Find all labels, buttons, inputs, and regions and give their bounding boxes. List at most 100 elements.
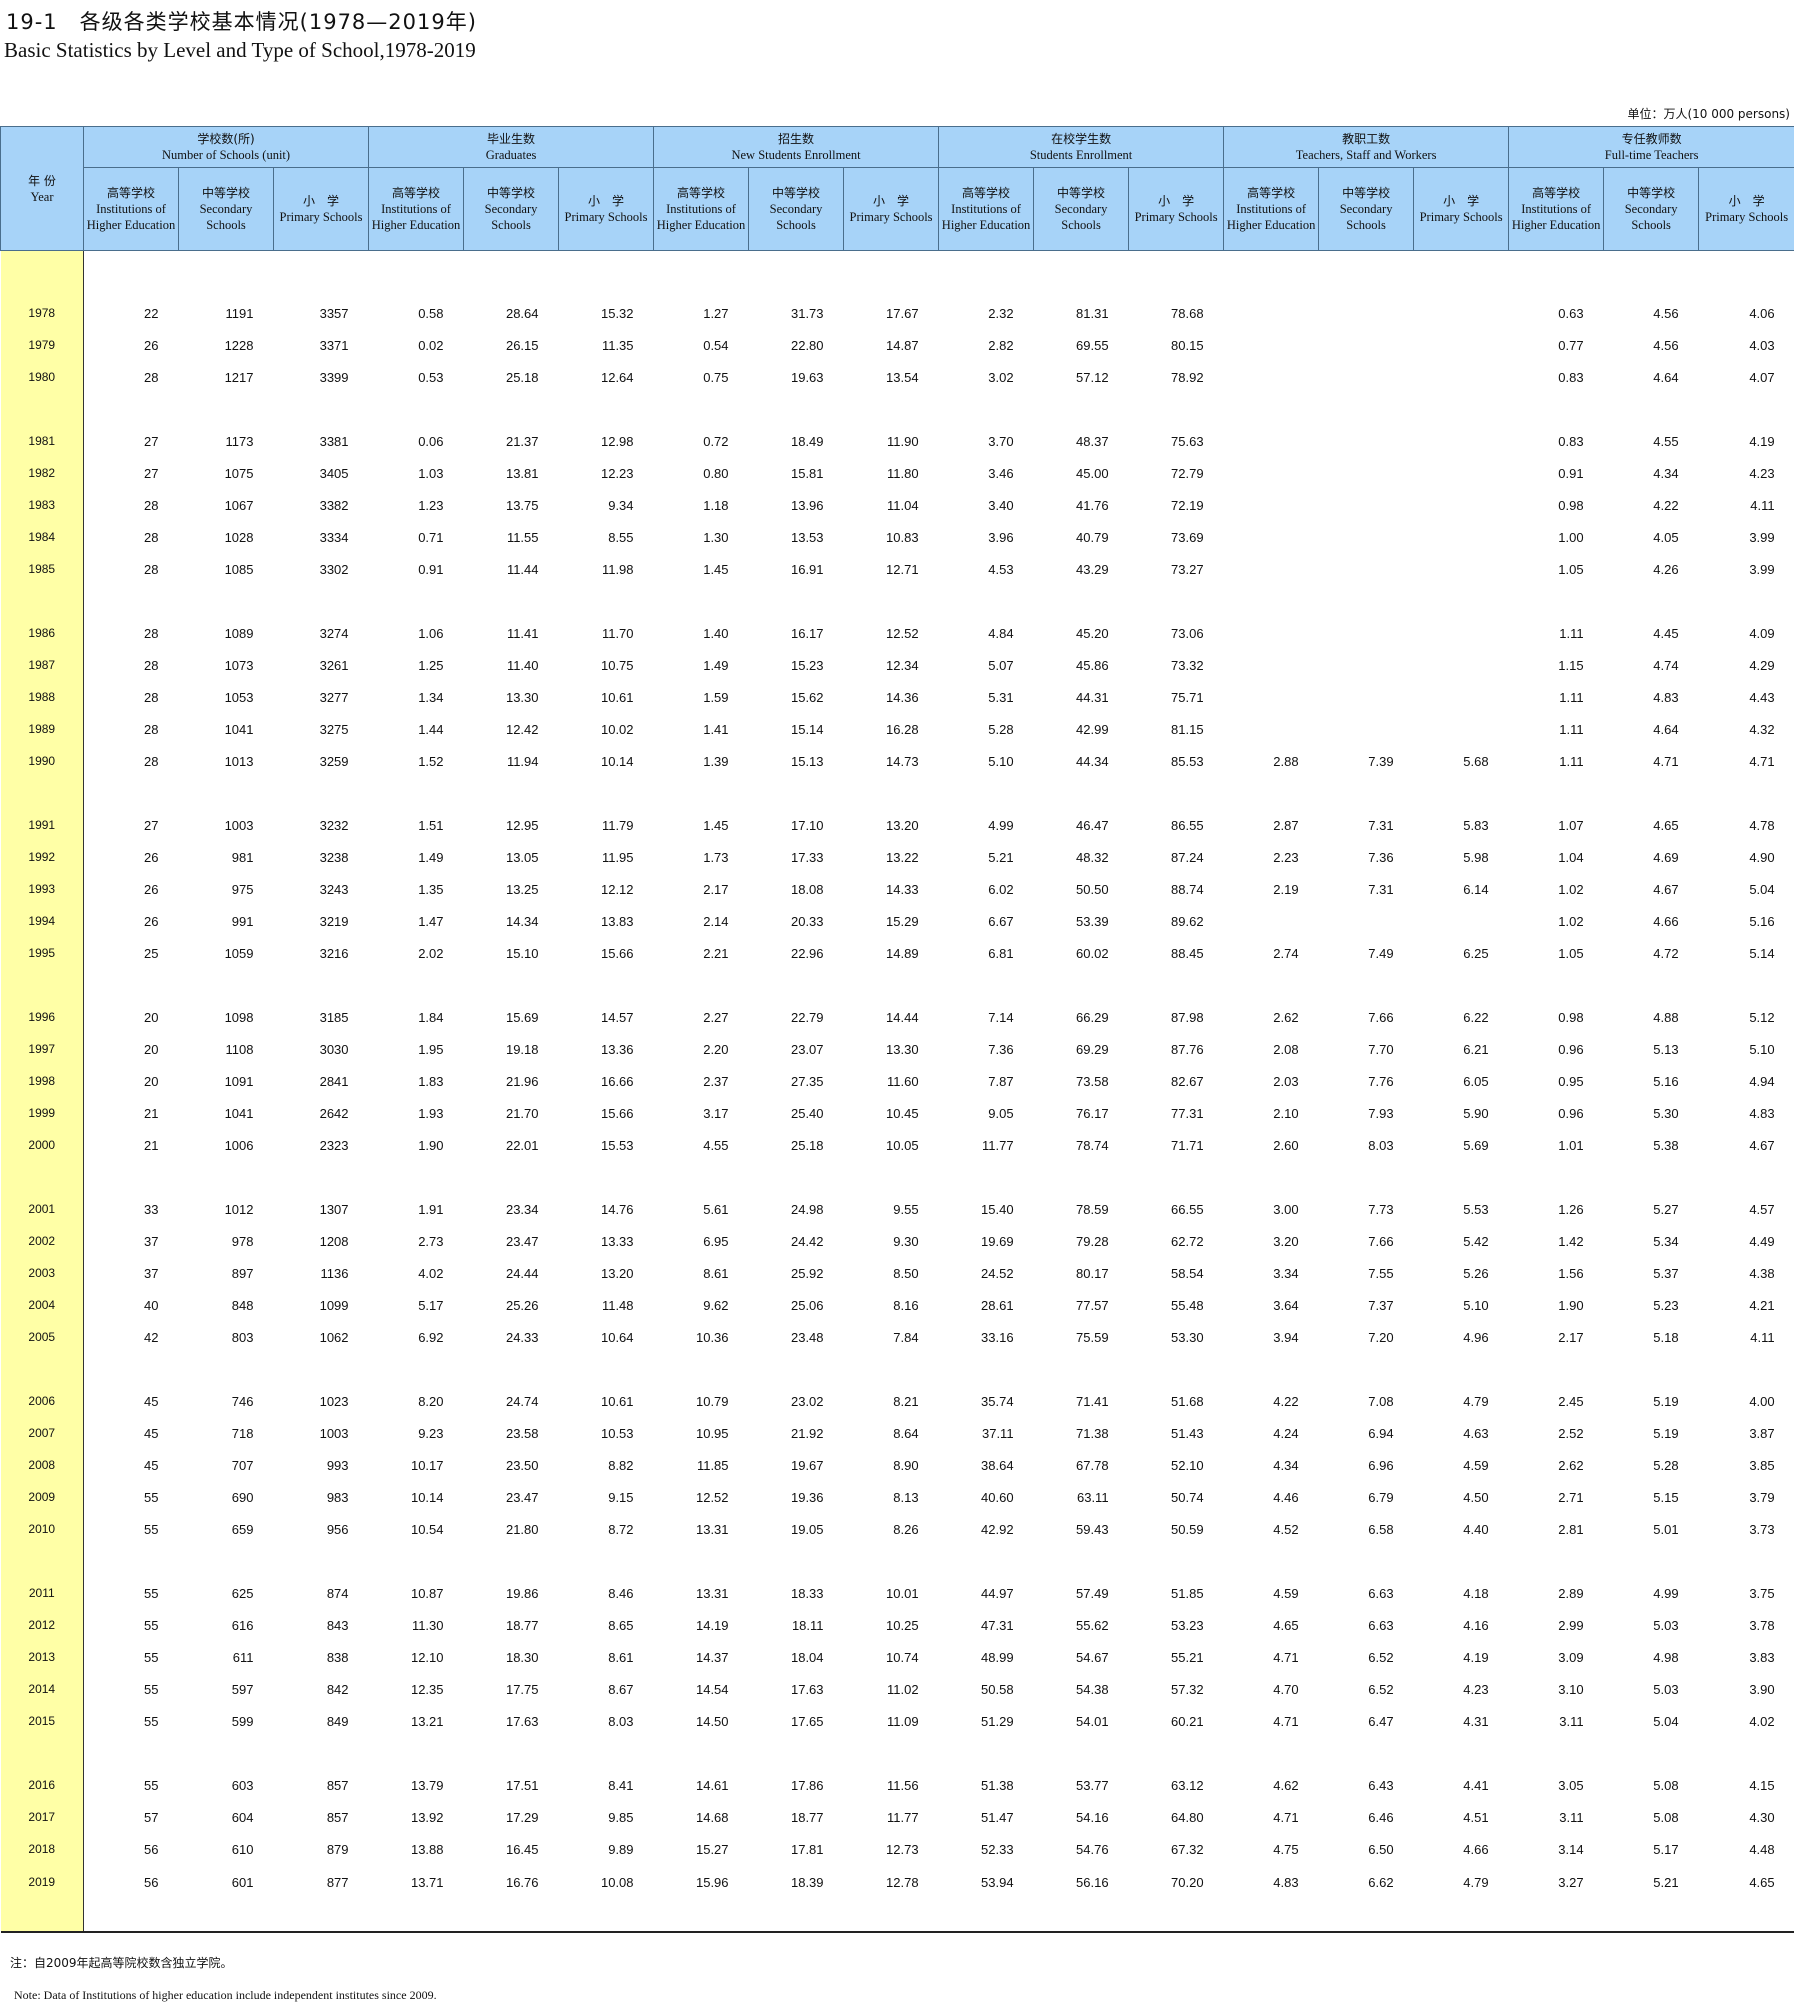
value-cell: 7.14 xyxy=(988,1009,1014,1025)
year-cell: 2012 xyxy=(0,1609,84,1641)
subcolumn-header-cn: 高等学校 xyxy=(106,186,155,200)
value-cell: 25.26 xyxy=(505,1297,539,1313)
value-cell: 5.03 xyxy=(1653,1681,1679,1697)
value-cell: 5.19 xyxy=(1653,1425,1679,1441)
value-cell: 53.30 xyxy=(1171,1329,1204,1345)
value-cell: 842 xyxy=(326,1681,349,1697)
value-cell: 5.69 xyxy=(1463,1137,1489,1153)
value-cell: 3371 xyxy=(319,337,349,353)
year-cell: 1990 xyxy=(0,745,84,777)
value-cell: 12.52 xyxy=(695,1489,729,1505)
value-cell: 6.21 xyxy=(1463,1041,1489,1057)
value-cell: 25.92 xyxy=(790,1265,824,1281)
value-cell: 20 xyxy=(144,1073,159,1089)
value-cell: 10.25 xyxy=(886,1617,919,1633)
value-cell xyxy=(1319,681,1414,713)
value-cell: 25.06 xyxy=(790,1297,824,1313)
year-cell: 1980 xyxy=(0,361,84,393)
value-cell: 0.95 xyxy=(1558,1073,1584,1089)
value-cell: 14.44 xyxy=(886,1009,919,1025)
value-cell: 2.10 xyxy=(1273,1105,1299,1121)
value-cell: 4.64 xyxy=(1653,369,1679,385)
value-cell: 4.23 xyxy=(1749,465,1775,481)
year-cell: 1997 xyxy=(0,1033,84,1065)
value-cell: 1013 xyxy=(224,753,254,769)
subcolumn-header-en: Institutions of Higher Education xyxy=(1226,202,1316,232)
value-cell: 14.50 xyxy=(695,1713,729,1729)
year-cell: 2015 xyxy=(0,1705,84,1737)
value-cell: 53.94 xyxy=(981,1874,1014,1890)
value-cell: 1.15 xyxy=(1558,657,1584,673)
value-cell: 1.45 xyxy=(703,817,729,833)
value-cell: 0.71 xyxy=(418,529,444,545)
value-cell: 5.10 xyxy=(1749,1041,1775,1057)
value-cell: 48.32 xyxy=(1076,849,1109,865)
value-cell: 1012 xyxy=(224,1201,254,1217)
value-cell xyxy=(1224,329,1319,361)
value-cell: 2.02 xyxy=(418,945,444,961)
value-cell: 52.10 xyxy=(1171,1457,1204,1473)
value-cell: 625 xyxy=(231,1585,254,1601)
value-cell: 1.84 xyxy=(418,1009,444,1025)
value-cell: 5.53 xyxy=(1463,1201,1489,1217)
value-cell: 9.23 xyxy=(418,1425,444,1441)
value-cell: 82.67 xyxy=(1171,1073,1204,1089)
value-cell: 21.96 xyxy=(505,1073,539,1089)
value-cell: 0.83 xyxy=(1558,433,1584,449)
value-cell: 5.16 xyxy=(1653,1073,1679,1089)
value-cell: 57 xyxy=(144,1809,159,1825)
value-cell: 64.80 xyxy=(1171,1809,1204,1825)
year-cell: 2016 xyxy=(0,1769,84,1801)
value-cell: 5.03 xyxy=(1653,1617,1679,1633)
year-cell: 2006 xyxy=(0,1385,84,1417)
value-cell: 12.95 xyxy=(505,817,539,833)
value-cell: 73.32 xyxy=(1171,657,1204,673)
value-cell: 3219 xyxy=(319,913,349,929)
value-cell: 3232 xyxy=(319,817,349,833)
value-cell: 5.01 xyxy=(1653,1521,1679,1537)
value-cell: 55.48 xyxy=(1171,1297,1204,1313)
value-cell: 5.21 xyxy=(988,849,1014,865)
value-cell: 18.33 xyxy=(790,1585,824,1601)
value-cell: 28 xyxy=(144,657,159,673)
value-cell: 3334 xyxy=(319,529,349,545)
value-cell: 5.17 xyxy=(418,1297,444,1313)
year-cell: 1989 xyxy=(0,713,84,745)
value-cell: 4.41 xyxy=(1463,1777,1489,1793)
value-cell: 1.49 xyxy=(703,657,729,673)
value-cell: 5.37 xyxy=(1653,1265,1679,1281)
value-cell: 55 xyxy=(144,1713,159,1729)
value-cell xyxy=(1414,905,1509,937)
value-cell: 0.96 xyxy=(1558,1105,1584,1121)
value-cell: 3277 xyxy=(319,689,349,705)
year-cell: 1985 xyxy=(0,553,84,585)
group-header-en: Number of Schools (unit) xyxy=(161,148,291,162)
subcolumn-header-cn: 小 学 xyxy=(873,194,910,208)
subcolumn-header: 高等学校 Institutions of Higher Education xyxy=(653,167,750,251)
table-row: 1991 27 1003 3232 1.51 12.95 11.79 1.45 17.10 13.… xyxy=(0,809,1794,841)
value-cell: 3.99 xyxy=(1749,529,1775,545)
value-cell: 26 xyxy=(144,849,159,865)
table-row: 1998 20 1091 2841 1.83 21.96 16.66 2.37 27.35 11.… xyxy=(0,1065,1794,1097)
value-cell xyxy=(1414,681,1509,713)
value-cell: 52.33 xyxy=(981,1841,1014,1857)
value-cell: 6.25 xyxy=(1463,945,1489,961)
value-cell: 1.02 xyxy=(1558,913,1584,929)
value-cell: 10.14 xyxy=(410,1489,444,1505)
value-cell: 51.43 xyxy=(1171,1425,1204,1441)
value-cell: 9.55 xyxy=(893,1201,919,1217)
value-cell: 42.92 xyxy=(981,1521,1014,1537)
value-cell: 2.99 xyxy=(1558,1617,1584,1633)
value-cell: 2.03 xyxy=(1273,1073,1299,1089)
value-cell: 53.77 xyxy=(1076,1777,1109,1793)
value-cell: 10.08 xyxy=(600,1874,634,1890)
value-cell: 3.75 xyxy=(1749,1585,1775,1601)
value-cell: 78.68 xyxy=(1171,305,1204,321)
value-cell: 2.08 xyxy=(1273,1041,1299,1057)
value-cell: 3.11 xyxy=(1559,1809,1584,1825)
value-cell: 72.19 xyxy=(1171,497,1204,513)
value-cell: 19.36 xyxy=(790,1489,824,1505)
value-cell: 80.15 xyxy=(1171,337,1204,353)
year-cell: 2004 xyxy=(0,1289,84,1321)
value-cell xyxy=(1414,297,1509,329)
